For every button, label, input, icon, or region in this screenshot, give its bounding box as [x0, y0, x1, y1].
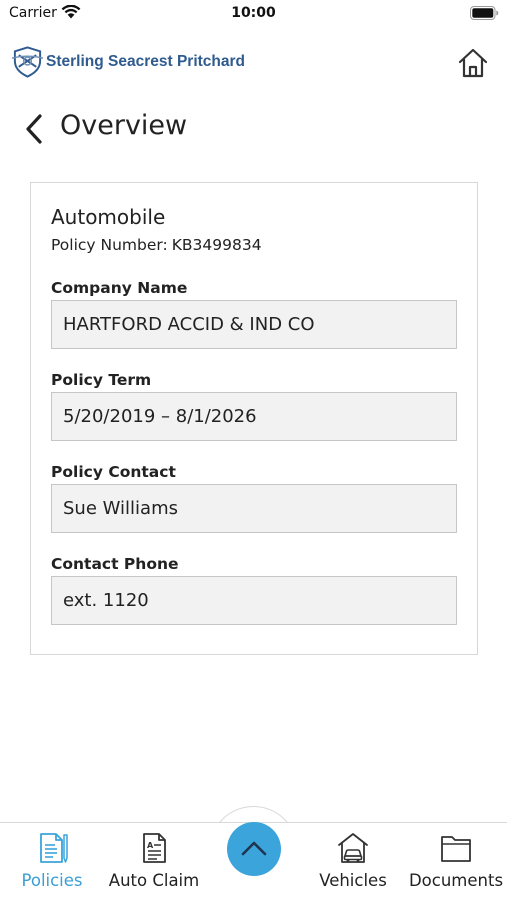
policy-number: Policy Number: KB3499834 [51, 236, 262, 254]
shield-logo-icon [11, 46, 44, 78]
policy-contact-value: Sue Williams [63, 498, 178, 519]
policy-term-value: 5/20/2019 – 8/1/2026 [63, 406, 257, 427]
tab-auto-claim-label: Auto Claim [108, 871, 200, 890]
auto-claim-form-icon: A [143, 833, 166, 863]
status-bar: Carrier 10:00 [0, 0, 507, 30]
policy-term-field: 5/20/2019 – 8/1/2026 [51, 392, 457, 441]
tab-documents-label: Documents [408, 871, 504, 890]
policy-type: Automobile [51, 205, 166, 229]
folder-icon [441, 836, 471, 862]
contact-phone-field[interactable]: ext. 1120 [51, 576, 457, 625]
policy-number-label: Policy Number: [51, 236, 168, 254]
company-name-value: HARTFORD ACCID & IND CO [63, 314, 315, 335]
policy-card: Automobile Policy Number: KB3499834 Compa… [30, 182, 478, 655]
policy-contact-field: Sue Williams [51, 484, 457, 533]
contact-phone-label: Contact Phone [51, 555, 179, 573]
battery-icon [470, 6, 499, 20]
policy-number-value: KB3499834 [171, 236, 262, 254]
expand-menu-button[interactable] [227, 822, 281, 876]
vehicle-garage-icon [338, 833, 368, 863]
brand-name: Sterling Seacrest Pritchard [46, 53, 245, 70]
status-time: 10:00 [231, 5, 276, 21]
tab-documents[interactable]: Documents [409, 823, 503, 900]
tab-policies[interactable]: Policies [12, 823, 92, 900]
back-button[interactable] [20, 112, 50, 146]
brand-header: Sterling Seacrest Pritchard [11, 44, 245, 80]
tab-vehicles[interactable]: Vehicles [313, 823, 393, 900]
contact-phone-value: ext. 1120 [63, 590, 149, 611]
chevron-left-icon [26, 114, 42, 144]
home-button[interactable] [455, 45, 491, 81]
policies-document-icon [40, 833, 68, 863]
page-title: Overview [60, 110, 188, 141]
home-icon [458, 48, 488, 78]
company-name-label: Company Name [51, 279, 188, 297]
policy-term-label: Policy Term [51, 371, 152, 389]
tab-policies-label: Policies [21, 871, 83, 890]
policy-contact-label: Policy Contact [51, 463, 176, 481]
tab-auto-claim[interactable]: A Auto Claim [109, 823, 199, 900]
chevron-up-icon [241, 841, 267, 856]
tab-vehicles-label: Vehicles [319, 871, 387, 890]
svg-text:A: A [147, 841, 154, 850]
company-name-field: HARTFORD ACCID & IND CO [51, 300, 457, 349]
